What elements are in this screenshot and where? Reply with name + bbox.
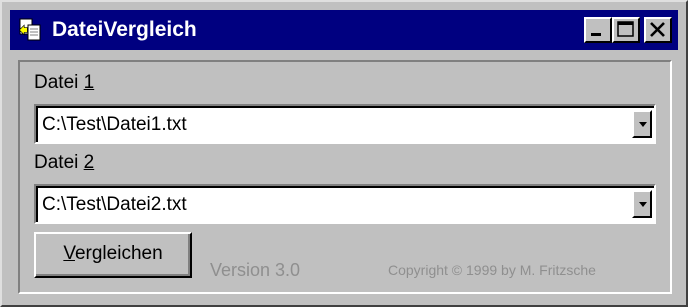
file1-label: Datei 1 (34, 72, 95, 93)
dateivergleich-window: DateiVergleich Datei 1 C:\Test\Datei1.tx… (0, 0, 688, 307)
file2-path-value[interactable]: C:\Test\Datei2.txt (42, 188, 187, 222)
file2-combobox[interactable]: C:\Test\Datei2.txt (34, 184, 656, 224)
chevron-down-icon (639, 202, 647, 207)
chevron-down-icon (639, 122, 647, 127)
copyright-text: Copyright © 1999 by M. Fritzsche (388, 262, 596, 278)
close-icon (650, 22, 665, 37)
file1-path-value[interactable]: C:\Test\Datei1.txt (42, 108, 187, 142)
file1-dropdown-button[interactable] (632, 110, 652, 138)
title-bar[interactable]: DateiVergleich (10, 10, 678, 50)
file1-combobox[interactable]: C:\Test\Datei1.txt (34, 104, 656, 144)
compare-button[interactable]: Vergleichen (34, 232, 192, 278)
files-compare-icon[interactable] (18, 17, 44, 43)
minimize-icon (591, 33, 601, 36)
minimize-button[interactable] (584, 17, 612, 43)
maximize-icon (617, 21, 634, 37)
file2-label: Datei 2 (34, 152, 95, 173)
file2-dropdown-button[interactable] (632, 190, 652, 218)
close-button[interactable] (644, 17, 672, 43)
version-text: Version 3.0 (210, 260, 301, 280)
window-title: DateiVergleich (52, 18, 197, 41)
content-frame: Datei 1 C:\Test\Datei1.txt Datei 2 C:\Te… (18, 60, 672, 294)
maximize-button[interactable] (612, 17, 640, 43)
